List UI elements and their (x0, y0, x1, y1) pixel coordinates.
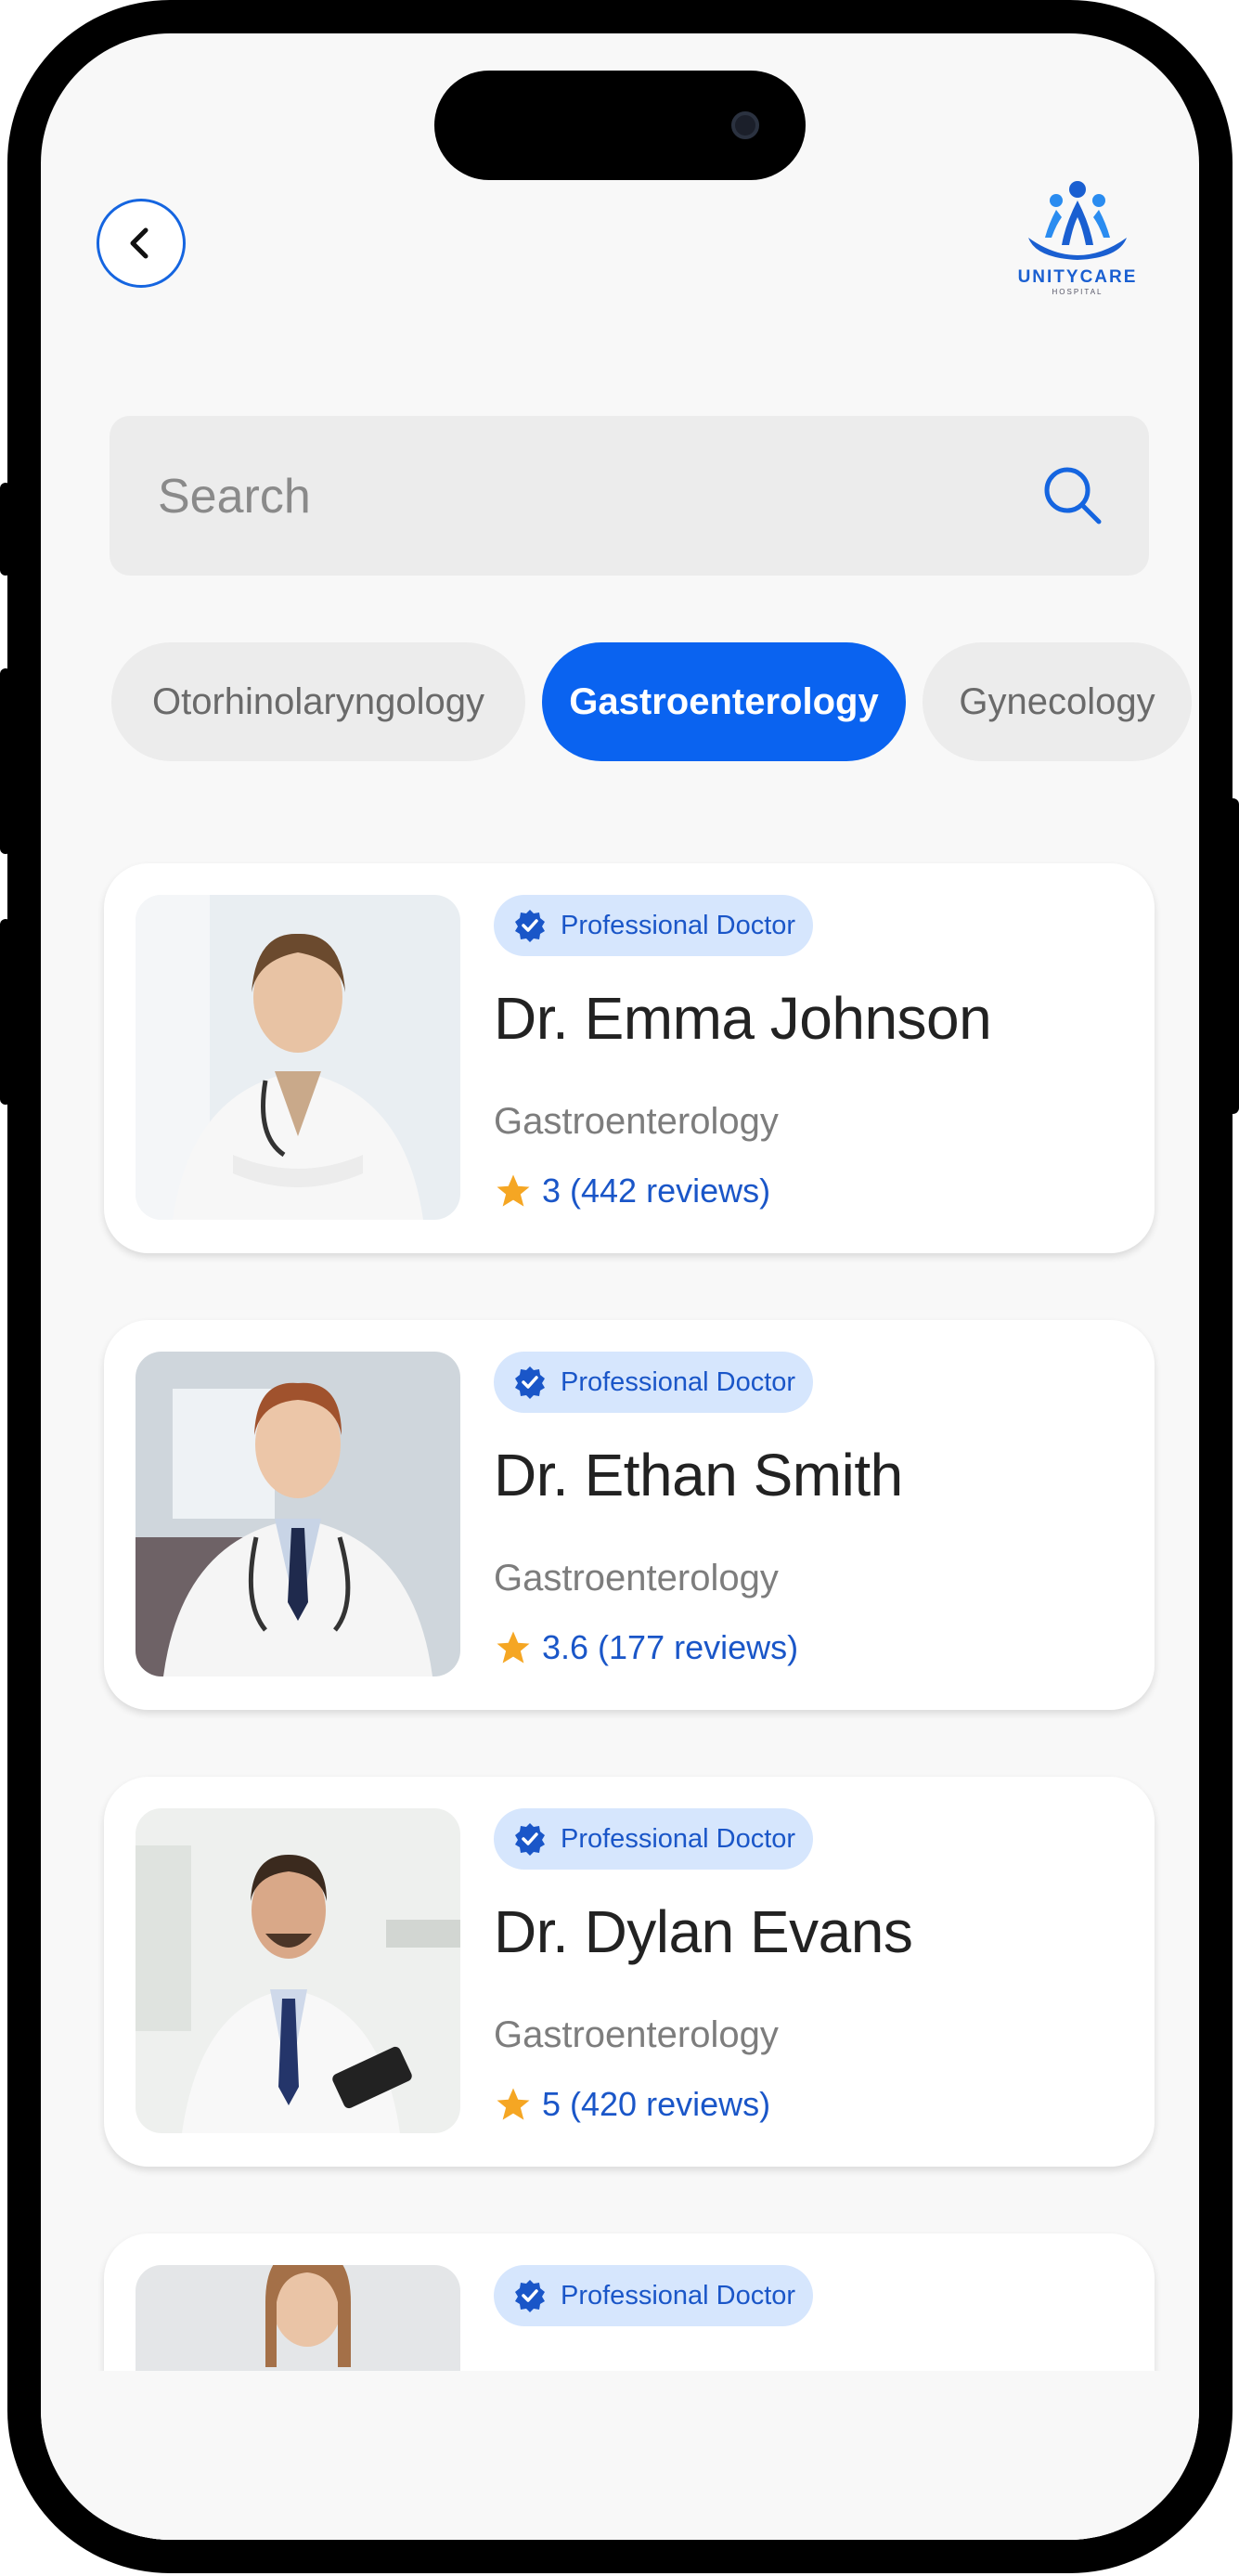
doctor-card[interactable]: Professional Doctor Dr. Dylan Evans Gast… (104, 1777, 1155, 2167)
badge-label: Professional Doctor (561, 2280, 796, 2311)
search-bar[interactable] (110, 416, 1149, 576)
verified-check-icon (515, 1366, 545, 1399)
professional-badge: Professional Doctor (494, 2265, 813, 2326)
doctor-specialty: Gastroenterology (494, 2014, 779, 2055)
doctor-photo (136, 1808, 460, 2133)
rating-text: 5 (420 reviews) (542, 2085, 771, 2123)
back-button[interactable] (97, 199, 186, 288)
badge-label: Professional Doctor (561, 1823, 796, 1854)
chevron-left-icon (130, 227, 148, 259)
search-input[interactable] (156, 462, 995, 531)
doctor-rating: 5 (420 reviews) (494, 2085, 770, 2124)
camera-icon (731, 111, 759, 139)
star-icon (497, 1174, 530, 1207)
professional-badge: Professional Doctor (494, 1808, 813, 1870)
category-chip-otorhinolaryngology[interactable]: Otorhinolaryngology (111, 642, 525, 761)
doctor-rating: 3 (442 reviews) (494, 1171, 770, 1210)
verified-check-icon (515, 910, 545, 942)
unitycare-logo: UNITYCARE HOSPITAL (1008, 173, 1147, 312)
category-chip-gastroenterology[interactable]: Gastroenterology (542, 642, 906, 761)
doctor-rating: 3.6 (177 reviews) (494, 1628, 798, 1667)
category-chip-gynecology[interactable]: Gynecology (923, 642, 1192, 761)
doctor-name: Dr. Dylan Evans (494, 1898, 913, 1965)
rating-text: 3 (442 reviews) (542, 1171, 771, 1210)
doctor-card[interactable]: Professional Doctor Dr. Ethan Smith Gast… (104, 1320, 1155, 1710)
bottom-area (41, 2371, 1199, 2540)
rating-text: 3.6 (177 reviews) (542, 1628, 799, 1666)
doctor-photo (136, 1352, 460, 1676)
search-icon[interactable] (1038, 460, 1108, 531)
professional-badge: Professional Doctor (494, 1352, 813, 1413)
app-screen: UNITYCARE HOSPITAL Otorhinolaryngology G… (41, 33, 1199, 2540)
verified-check-icon (515, 1823, 545, 1856)
logo-text: UNITYCARE (1017, 267, 1138, 287)
doctor-name: Dr. Ethan Smith (494, 1442, 903, 1508)
doctor-specialty: Gastroenterology (494, 1101, 779, 1142)
doctor-card[interactable]: Professional Doctor Dr. Emma Johnson Gas… (104, 863, 1155, 1253)
doctor-specialty: Gastroenterology (494, 1558, 779, 1599)
professional-badge: Professional Doctor (494, 895, 813, 956)
dynamic-island (434, 71, 806, 180)
doctor-name: Dr. Emma Johnson (494, 985, 992, 1052)
phone-frame: UNITYCARE HOSPITAL Otorhinolaryngology G… (7, 0, 1233, 2573)
doctor-photo (136, 895, 460, 1220)
badge-label: Professional Doctor (561, 1366, 796, 1397)
verified-check-icon (515, 2280, 545, 2312)
logo-subtext: HOSPITAL (1052, 288, 1103, 296)
star-icon (497, 1631, 530, 1663)
badge-label: Professional Doctor (561, 910, 796, 940)
star-icon (497, 2088, 530, 2120)
